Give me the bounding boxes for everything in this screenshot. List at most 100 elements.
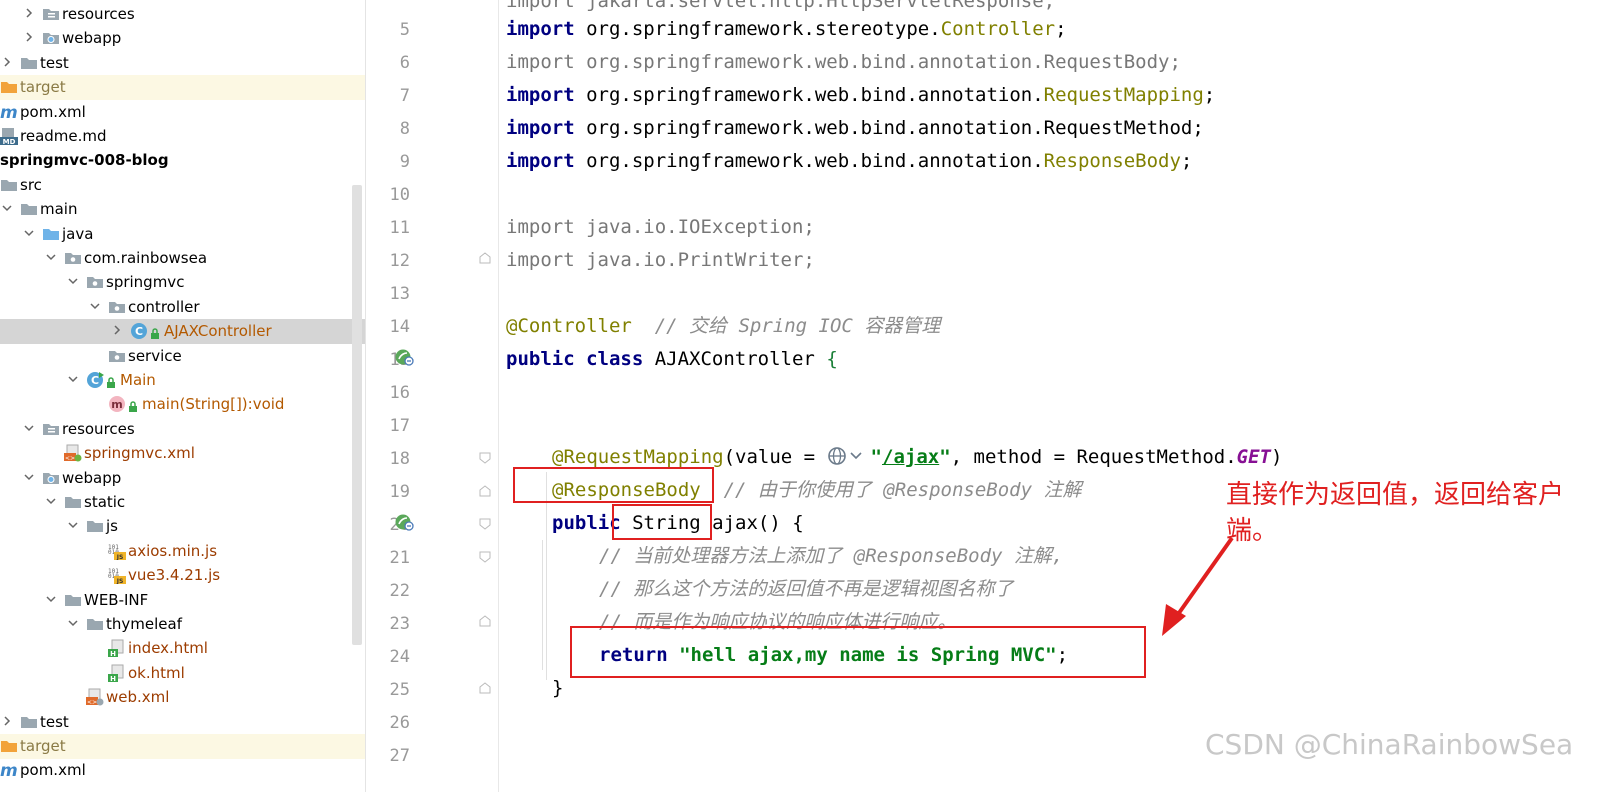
line-number: 5 <box>399 20 410 40</box>
code-line-15: public class AJAXController { <box>506 348 838 370</box>
fold-marker-icon[interactable] <box>478 680 498 700</box>
highlight-box-return <box>570 626 1146 678</box>
tree-item-label: test <box>40 53 69 72</box>
fold-marker-icon[interactable] <box>478 250 498 270</box>
spring-bean-icon[interactable] <box>394 512 414 532</box>
web-folder-icon <box>42 29 60 47</box>
chevron-down-icon[interactable] <box>2 203 12 213</box>
chevron-down-icon[interactable] <box>24 423 34 433</box>
tree-item[interactable]: static <box>0 490 365 515</box>
tree-item[interactable]: target <box>0 75 365 101</box>
indent-guide <box>542 540 543 670</box>
chevron-right-icon[interactable] <box>112 325 122 335</box>
maven-icon: m <box>0 103 18 123</box>
tree-item[interactable]: springmvc-008-blog <box>0 148 365 173</box>
tree-scrollbar[interactable] <box>352 185 362 645</box>
chevron-down-icon[interactable] <box>24 472 34 482</box>
tree-item-label: js <box>106 517 118 536</box>
tree-item[interactable]: 101 010 JS axios.min.js <box>0 539 365 564</box>
tree-item[interactable]: com.rainbowsea <box>0 246 365 271</box>
line-number: 10 <box>389 185 410 205</box>
chevron-right-icon[interactable] <box>2 57 12 67</box>
chevron-down-icon[interactable] <box>46 496 56 506</box>
tree-item[interactable]: m main(String[]):void <box>0 392 365 417</box>
chevron-down-icon[interactable] <box>68 618 78 628</box>
tree-item-label: service <box>128 346 182 365</box>
spring-bean-icon[interactable] <box>394 347 414 367</box>
chevron-down-icon[interactable] <box>68 374 78 384</box>
tree-item-label: pom.xml <box>20 102 86 121</box>
chevron-right-icon[interactable] <box>24 32 34 42</box>
orange-folder-icon <box>0 78 18 96</box>
code-line-9: import org.springframework.web.bind.anno… <box>506 150 1193 172</box>
chevron-down-icon[interactable] <box>24 228 34 238</box>
tree-item[interactable]: C AJAXController <box>0 319 365 345</box>
tree-item[interactable]: test <box>0 710 365 735</box>
svg-text:<>: <> <box>65 455 75 462</box>
tree-item-label: resources <box>62 5 135 23</box>
tree-item[interactable]: springmvc <box>0 270 365 295</box>
tree-item[interactable]: m pom.xml <box>0 100 365 125</box>
tree-item[interactable]: C Main <box>0 368 365 393</box>
tree-item[interactable]: 101 010 JS vue3.4.21.js <box>0 563 365 588</box>
code-line-5: import org.springframework.stereotype.Co… <box>506 18 1067 40</box>
web-xml-icon: <> <box>86 688 104 706</box>
tree-item[interactable]: webapp <box>0 466 365 491</box>
indent-guide <box>546 472 547 680</box>
code-line-22: // 那么这个方法的返回值不再是逻辑视图名称了 <box>599 578 1014 600</box>
folder-icon <box>64 591 82 609</box>
tree-item[interactable]: target <box>0 734 365 759</box>
tree-item[interactable]: WEB-INF <box>0 588 365 613</box>
globe-icon[interactable] <box>827 445 871 467</box>
fold-marker-icon[interactable] <box>478 450 498 470</box>
chevron-down-icon[interactable] <box>46 594 56 604</box>
tree-item[interactable]: java <box>0 222 365 247</box>
tree-item[interactable]: webapp <box>0 26 365 51</box>
tree-item[interactable]: service <box>0 344 365 369</box>
line-number: 19 <box>389 482 410 502</box>
line-number: 9 <box>399 152 410 172</box>
chevron-right-icon[interactable] <box>2 716 12 726</box>
fold-marker-icon[interactable] <box>478 483 498 503</box>
tree-item[interactable]: controller <box>0 295 365 320</box>
highlight-box-string <box>612 504 712 540</box>
tree-item[interactable]: <> web.xml <box>0 685 365 710</box>
chevron-down-icon[interactable] <box>68 520 78 530</box>
tree-item-label: index.html <box>128 639 208 658</box>
chevron-down-icon[interactable] <box>68 276 78 286</box>
tree-item[interactable]: Hindex.html <box>0 636 365 661</box>
tree-item-label: main(String[]):void <box>142 395 285 414</box>
line-number: 16 <box>389 383 410 403</box>
tree-item[interactable]: thymeleaf <box>0 612 365 637</box>
chevron-down-icon[interactable] <box>90 301 100 311</box>
svg-text:<>: <> <box>87 699 97 706</box>
annotation-note: 直接作为返回值，返回给客户端。 <box>1226 480 1565 546</box>
fold-marker-icon[interactable] <box>478 516 498 536</box>
tree-item[interactable]: test <box>0 51 365 76</box>
tree-item-label: axios.min.js <box>128 541 218 560</box>
tree-item[interactable]: Hok.html <box>0 661 365 686</box>
code-line-8: import org.springframework.web.bind.anno… <box>506 117 1204 139</box>
chevron-down-icon[interactable] <box>46 252 56 262</box>
tree-item[interactable]: MD readme.md <box>0 124 365 149</box>
tree-item[interactable]: resources <box>0 2 365 27</box>
svg-text:H: H <box>110 650 116 657</box>
tree-item[interactable]: main <box>0 197 365 222</box>
tree-item[interactable]: <> springmvc.xml <box>0 441 365 466</box>
tree-item[interactable]: resources <box>0 417 365 442</box>
web-folder-icon <box>42 469 60 487</box>
fold-marker-icon[interactable] <box>478 613 498 633</box>
tree-item[interactable]: m pom.xml <box>0 758 365 783</box>
fold-marker-icon[interactable] <box>478 549 498 569</box>
svg-text:JS: JS <box>116 578 124 584</box>
tree-item-label: controller <box>128 297 200 316</box>
chevron-right-icon[interactable] <box>24 8 34 18</box>
js-file-icon: 101 010 JS <box>108 542 126 561</box>
tree-item[interactable]: js <box>0 514 365 539</box>
html-file-icon: H <box>108 639 126 658</box>
line-number: 18 <box>389 449 410 469</box>
tree-item-label: com.rainbowsea <box>84 249 208 267</box>
line-number: 24 <box>389 647 410 667</box>
tree-item[interactable]: src <box>0 173 365 198</box>
code-line-25: } <box>552 677 564 699</box>
